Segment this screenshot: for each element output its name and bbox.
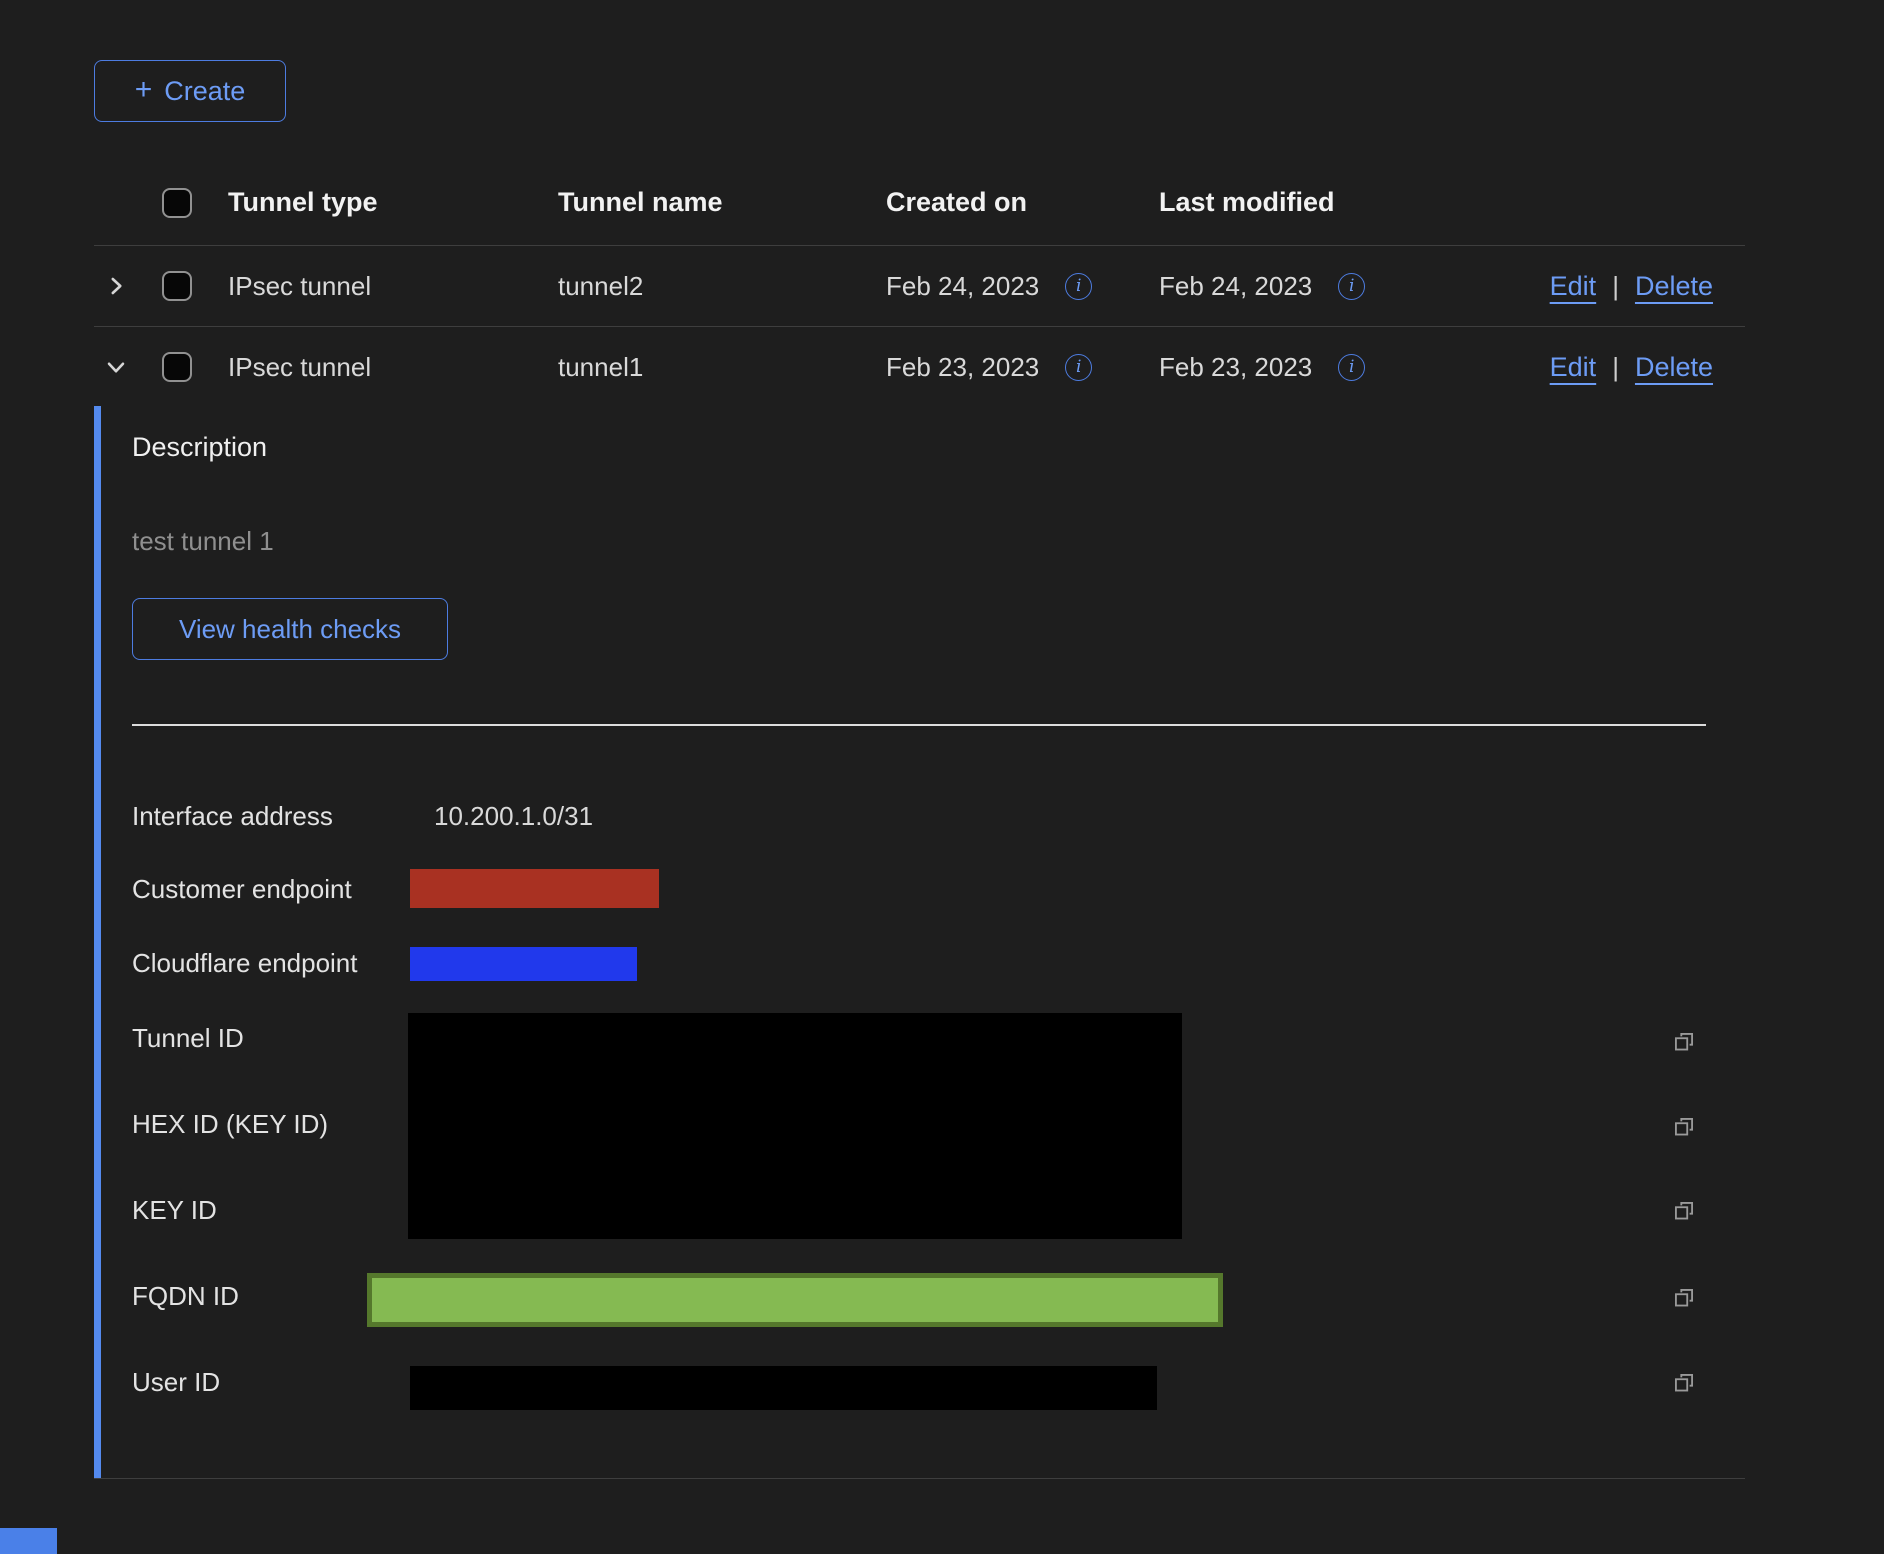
tunnel-name-cell: tunnel2 (558, 271, 886, 302)
cloudflare-endpoint-redacted-value (410, 947, 637, 981)
row-actions-cell: Edit | Delete (1549, 271, 1745, 302)
row-expander-cell (94, 353, 162, 381)
plus-icon: + (135, 75, 153, 105)
last-modified-cell: Feb 23, 2023 i (1159, 352, 1549, 383)
delete-link-tunnel2[interactable]: Delete (1635, 271, 1713, 302)
table-row-tunnel1: IPsec tunnel tunnel1 Feb 23, 2023 i Feb … (94, 327, 1745, 407)
select-all-checkbox[interactable] (162, 188, 192, 218)
interface-address-label: Interface address (132, 801, 333, 832)
customer-endpoint-label: Customer endpoint (132, 874, 352, 905)
fqdn-id-redacted-value (367, 1273, 1223, 1327)
tunnel-type-cell: IPsec tunnel (228, 352, 558, 383)
actions-separator: | (1612, 352, 1619, 383)
copy-icon (1670, 1028, 1698, 1056)
column-header-tunnel-type: Tunnel type (228, 187, 558, 218)
user-id-label: User ID (132, 1367, 220, 1398)
row-checkbox-tunnel2[interactable] (162, 271, 192, 301)
column-header-last-modified: Last modified (1159, 187, 1549, 218)
last-modified-date: Feb 24, 2023 (1159, 271, 1312, 302)
copy-icon (1670, 1284, 1698, 1312)
tunnel-hex-key-id-redacted-values (408, 1013, 1182, 1239)
partial-blue-element (0, 1528, 57, 1554)
last-modified-cell: Feb 24, 2023 i (1159, 271, 1549, 302)
copy-icon (1670, 1369, 1698, 1397)
last-modified-date: Feb 23, 2023 (1159, 352, 1312, 383)
create-button-label: Create (164, 76, 245, 107)
created-on-cell: Feb 23, 2023 i (886, 352, 1159, 383)
copy-tunnel-id-button[interactable] (1670, 1028, 1698, 1056)
tunnel-list-page: + Create Tunnel type Tunnel name Created… (0, 0, 1884, 1554)
row-checkbox-cell (162, 352, 228, 382)
tunnel-id-label: Tunnel ID (132, 1023, 244, 1054)
customer-endpoint-redacted-value (410, 869, 659, 908)
interface-address-value: 10.200.1.0/31 (434, 801, 593, 832)
key-id-label: KEY ID (132, 1195, 217, 1226)
info-icon[interactable]: i (1338, 354, 1365, 381)
create-button[interactable]: + Create (94, 60, 286, 122)
copy-fqdn-id-button[interactable] (1670, 1284, 1698, 1312)
view-health-checks-button[interactable]: View health checks (132, 598, 448, 660)
copy-icon (1670, 1197, 1698, 1225)
row-checkbox-tunnel1[interactable] (162, 352, 192, 382)
tunnels-table: Tunnel type Tunnel name Created on Last … (94, 160, 1745, 407)
created-on-cell: Feb 24, 2023 i (886, 271, 1159, 302)
table-header-row: Tunnel type Tunnel name Created on Last … (94, 160, 1745, 246)
table-row-tunnel2: IPsec tunnel tunnel2 Feb 24, 2023 i Feb … (94, 246, 1745, 327)
tunnel-name-cell: tunnel1 (558, 352, 886, 383)
hex-id-label: HEX ID (KEY ID) (132, 1109, 328, 1140)
created-on-date: Feb 24, 2023 (886, 271, 1039, 302)
copy-key-id-button[interactable] (1670, 1197, 1698, 1225)
description-label: Description (132, 432, 267, 463)
tunnel-type-cell: IPsec tunnel (228, 271, 558, 302)
fqdn-id-label: FQDN ID (132, 1281, 239, 1312)
row-checkbox-cell (162, 271, 228, 301)
copy-user-id-button[interactable] (1670, 1369, 1698, 1397)
copy-icon (1670, 1113, 1698, 1141)
row-actions-cell: Edit | Delete (1549, 352, 1745, 383)
delete-link-tunnel1[interactable]: Delete (1635, 352, 1713, 383)
created-on-date: Feb 23, 2023 (886, 352, 1039, 383)
cloudflare-endpoint-label: Cloudflare endpoint (132, 948, 358, 979)
chevron-right-icon[interactable] (102, 272, 130, 300)
expanded-row-indicator-bar (94, 406, 101, 1478)
edit-link-tunnel1[interactable]: Edit (1550, 352, 1597, 383)
row-expander-cell (94, 272, 162, 300)
copy-hex-id-button[interactable] (1670, 1113, 1698, 1141)
section-divider (132, 724, 1706, 726)
user-id-redacted-value (410, 1366, 1157, 1410)
chevron-down-icon[interactable] (102, 353, 130, 381)
description-value: test tunnel 1 (132, 526, 274, 557)
column-header-created-on: Created on (886, 187, 1159, 218)
edit-link-tunnel2[interactable]: Edit (1550, 271, 1597, 302)
header-checkbox-cell (162, 188, 228, 218)
column-header-tunnel-name: Tunnel name (558, 187, 886, 218)
info-icon[interactable]: i (1065, 273, 1092, 300)
info-icon[interactable]: i (1338, 273, 1365, 300)
actions-separator: | (1612, 271, 1619, 302)
info-icon[interactable]: i (1065, 354, 1092, 381)
tunnel1-expanded-detail: Description test tunnel 1 View health ch… (94, 406, 1745, 1479)
